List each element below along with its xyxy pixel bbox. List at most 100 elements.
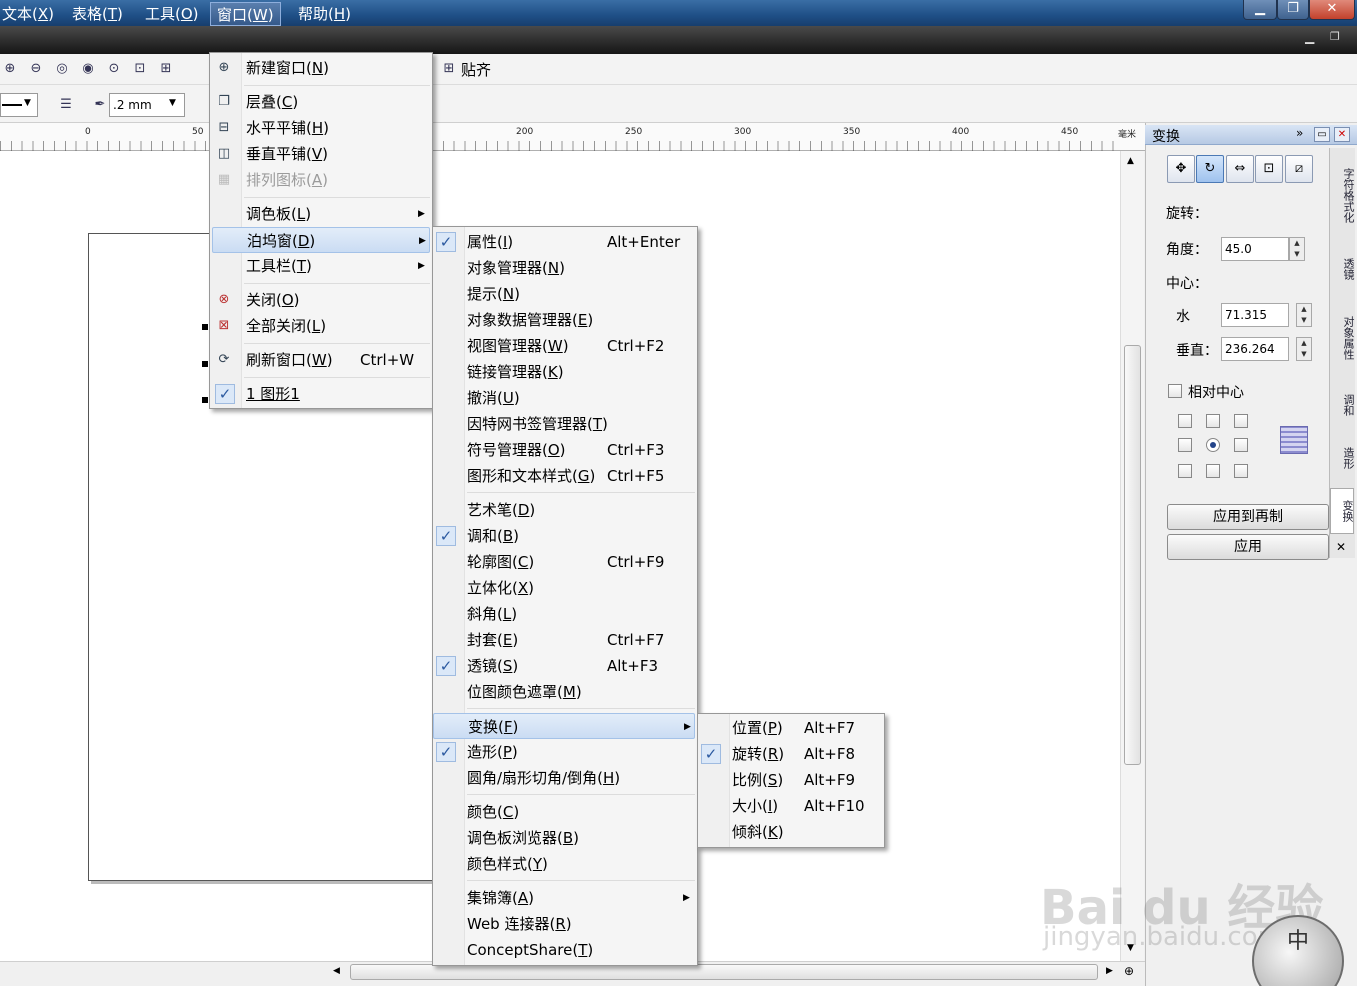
vertical-input[interactable]: 236.264 xyxy=(1221,337,1289,361)
apply-to-duplicate-button[interactable]: 应用到再制 xyxy=(1167,504,1329,530)
snap-label[interactable]: 贴齐 xyxy=(461,59,491,80)
menu-item[interactable]: 比例(S) Alt+F9 xyxy=(698,767,882,793)
docker-expand-icon[interactable]: » xyxy=(1296,126,1303,140)
menu-item[interactable]: 图形和文本样式(G) Ctrl+F5 xyxy=(433,463,695,489)
menu-item[interactable]: 大小(I) Alt+F10 xyxy=(698,793,882,819)
menu-item[interactable]: ✓ 透镜(S) Alt+F3 xyxy=(433,653,695,679)
selection-handle[interactable] xyxy=(202,324,208,330)
minimize-button[interactable]: ▁ xyxy=(1243,0,1277,20)
menu-item-close-all[interactable]: ⊠ 全部关闭(L) xyxy=(212,313,430,339)
zoom-in-icon[interactable]: ⊕ xyxy=(2,61,18,77)
menu-item-graphic1[interactable]: ✓ 1 图形1 xyxy=(212,381,430,407)
menu-item[interactable]: 位置(P) Alt+F7 xyxy=(698,715,882,741)
menu-item[interactable]: 变换(F) ▶ xyxy=(433,713,695,739)
doc-minimize-icon[interactable]: ▁ xyxy=(1305,30,1314,44)
menu-item[interactable]: 对象管理器(N) xyxy=(433,255,695,281)
menu-help[interactable]: 帮助(H) xyxy=(292,2,357,26)
menu-item-tile-horizontal[interactable]: ⊟ 水平平铺(H) xyxy=(212,115,430,141)
scroll-right-icon[interactable]: ▶ xyxy=(1106,966,1113,976)
menu-item[interactable]: 集锦簿(A) ▶ xyxy=(433,885,695,911)
menu-item-cascade[interactable]: ❐ 层叠(C) xyxy=(212,89,430,115)
menu-item-dockers[interactable]: 泊坞窗(D) ▶ xyxy=(212,227,430,253)
zoom-all-icon[interactable]: ◉ xyxy=(80,61,96,77)
menu-item[interactable]: 提示(N) xyxy=(433,281,695,307)
anchor-radio-center[interactable] xyxy=(1206,438,1220,452)
size-tab-icon[interactable]: ⊡ xyxy=(1255,155,1283,183)
menu-item[interactable]: Web 连接器(R) xyxy=(433,911,695,937)
menu-table[interactable]: 表格(T) xyxy=(66,2,129,26)
scroll-left-icon[interactable]: ◀ xyxy=(333,966,340,976)
anchor-checkbox[interactable] xyxy=(1206,414,1220,428)
menu-item[interactable]: 调色板浏览器(B) xyxy=(433,825,695,851)
menu-item[interactable]: 斜角(L) xyxy=(433,601,695,627)
vertical-scroll-thumb[interactable] xyxy=(1124,345,1141,765)
menu-item[interactable]: 圆角/扇形切角/倒角(H) xyxy=(433,765,695,791)
selection-handle[interactable] xyxy=(202,361,208,367)
menu-item[interactable]: 链接管理器(K) xyxy=(433,359,695,385)
menu-item[interactable]: 对象数据管理器(E) xyxy=(433,307,695,333)
menu-tools[interactable]: 工具(O) xyxy=(139,2,205,26)
menu-item-toolbars[interactable]: 工具栏(T) ▶ xyxy=(212,253,430,279)
selection-handle[interactable] xyxy=(202,397,208,403)
vertical-stepper[interactable]: ▲ ▼ xyxy=(1296,337,1312,361)
side-tab-transform[interactable]: 变换 xyxy=(1330,488,1354,534)
anchor-checkbox[interactable] xyxy=(1234,438,1248,452)
menu-item[interactable]: 因特网书签管理器(T) xyxy=(433,411,695,437)
horizontal-input[interactable]: 71.315 xyxy=(1221,303,1289,327)
menu-item-new-window[interactable]: ⊕ 新建窗口(N) xyxy=(212,55,430,81)
angle-input[interactable]: 45.0 xyxy=(1221,237,1289,261)
menu-item[interactable]: 艺术笔(D) xyxy=(433,497,695,523)
anchor-checkbox[interactable] xyxy=(1178,438,1192,452)
scroll-up-icon[interactable]: ▲ xyxy=(1127,156,1134,166)
side-tab-lens[interactable]: 透镜 xyxy=(1330,244,1355,294)
anchor-checkbox[interactable] xyxy=(1206,464,1220,478)
zoom-out-icon[interactable]: ⊖ xyxy=(28,61,44,77)
snap-icon[interactable]: ⊞ xyxy=(441,61,457,77)
menu-item[interactable]: 立体化(X) xyxy=(433,575,695,601)
menu-item[interactable]: ✓ 造形(P) xyxy=(433,739,695,765)
menu-item[interactable]: ✓ 旋转(R) Alt+F8 xyxy=(698,741,882,767)
zoom-selected-icon[interactable]: ◎ xyxy=(54,61,70,77)
anchor-checkbox[interactable] xyxy=(1178,414,1192,428)
docker-close-icon[interactable]: ✕ xyxy=(1334,127,1350,142)
docker-minimize-icon[interactable]: ▭ xyxy=(1314,127,1330,142)
menu-item[interactable]: ✓ 属性(I) Alt+Enter xyxy=(433,229,695,255)
menu-item[interactable]: 倾斜(K) xyxy=(698,819,882,845)
menu-item-close[interactable]: ⊗ 关闭(O) xyxy=(212,287,430,313)
zoom-corner-icon[interactable]: ⊕ xyxy=(1124,964,1134,978)
anchor-checkbox[interactable] xyxy=(1234,464,1248,478)
zoom-page-icon[interactable]: ⊙ xyxy=(106,61,122,77)
menu-item[interactable]: 符号管理器(O) Ctrl+F3 xyxy=(433,437,695,463)
side-tab-shaping[interactable]: 造形 xyxy=(1330,434,1355,482)
maximize-button[interactable]: ❐ xyxy=(1277,0,1309,20)
menu-item[interactable]: 撤消(U) xyxy=(433,385,695,411)
menu-item[interactable]: 颜色(C) xyxy=(433,799,695,825)
apply-button[interactable]: 应用 xyxy=(1167,534,1329,560)
menu-item[interactable]: 轮廓图(C) Ctrl+F9 xyxy=(433,549,695,575)
wrap-text-icon[interactable]: ☰ xyxy=(58,97,74,113)
menu-text[interactable]: 文本(X) xyxy=(0,2,60,26)
skew-tab-icon[interactable]: ⧄ xyxy=(1285,155,1313,183)
side-tab-blend[interactable]: 调和 xyxy=(1330,382,1355,428)
horizontal-stepper[interactable]: ▲ ▼ xyxy=(1296,303,1312,327)
menu-item[interactable]: ✓ 调和(B) xyxy=(433,523,695,549)
menu-item-palette[interactable]: 调色板(L) ▶ xyxy=(212,201,430,227)
zoom-width-icon[interactable]: ⊡ xyxy=(132,61,148,77)
horizontal-scroll-thumb[interactable] xyxy=(350,964,1098,980)
menu-item-refresh-window[interactable]: ⟳ 刷新窗口(W) Ctrl+W xyxy=(212,347,430,373)
menu-window[interactable]: 窗口(W) xyxy=(210,2,281,26)
zoom-height-icon[interactable]: ⊞ xyxy=(158,61,174,77)
anchor-checkbox[interactable] xyxy=(1178,464,1192,478)
rotate-tab-icon[interactable]: ↻ xyxy=(1196,155,1224,183)
relative-center-checkbox[interactable] xyxy=(1168,384,1182,398)
menu-item-tile-vertical[interactable]: ◫ 垂直平铺(V) xyxy=(212,141,430,167)
doc-restore-icon[interactable]: ❐ xyxy=(1330,30,1340,43)
position-tab-icon[interactable]: ✥ xyxy=(1167,155,1195,183)
menu-item[interactable]: 颜色样式(Y) xyxy=(433,851,695,877)
menu-item[interactable]: 位图颜色遮罩(M) xyxy=(433,679,695,705)
side-close-icon[interactable]: ✕ xyxy=(1336,540,1346,554)
menu-item[interactable]: 视图管理器(W) Ctrl+F2 xyxy=(433,333,695,359)
side-tab-character-format[interactable]: 字符格式化 xyxy=(1330,152,1355,238)
menu-item[interactable]: ConceptShare(T) xyxy=(433,937,695,963)
anchor-checkbox[interactable] xyxy=(1234,414,1248,428)
